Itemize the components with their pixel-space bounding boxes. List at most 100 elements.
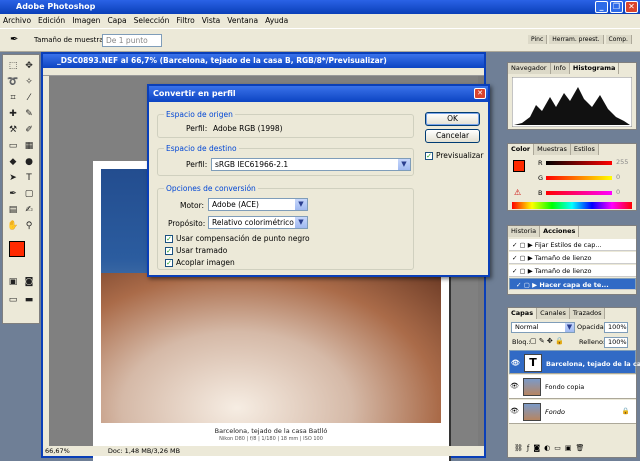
tab-acciones[interactable]: Acciones <box>540 226 580 237</box>
tab-color[interactable]: Color <box>508 144 535 155</box>
type-tool-icon[interactable]: T <box>22 171 36 185</box>
lock-icons[interactable]: ▢ ✎ ✥ 🔒 <box>530 337 564 345</box>
adjustment-icon[interactable]: ◐ <box>544 444 550 452</box>
slice-tool-icon[interactable]: ⁄ <box>22 91 36 105</box>
menu-ayuda[interactable]: Ayuda <box>265 14 288 28</box>
fill-input[interactable]: 100% <box>604 337 628 348</box>
color-fg-swatch[interactable] <box>513 160 525 172</box>
move-tool-icon[interactable]: ✥ <box>22 59 36 73</box>
tab-historia[interactable]: Historia <box>508 226 541 237</box>
tab-canales[interactable]: Canales <box>537 308 570 319</box>
menu-seleccion[interactable]: Selección <box>134 14 170 28</box>
black-point-checkbox[interactable]: ✓ <box>165 235 173 243</box>
tab-estilos[interactable]: Estilos <box>570 144 599 155</box>
minimize-icon[interactable]: _ <box>595 1 608 13</box>
screen-mode-1-icon[interactable]: ▭ <box>6 293 20 307</box>
restore-icon[interactable]: ❐ <box>610 1 623 13</box>
eye-icon[interactable]: 👁 <box>510 382 519 391</box>
marquee-tool-icon[interactable]: ⬚ <box>6 59 20 73</box>
r-slider[interactable] <box>546 161 612 165</box>
tab-muestras[interactable]: Muestras <box>534 144 571 155</box>
trash-icon[interactable]: 🗑 <box>576 444 585 452</box>
menu-filtro[interactable]: Filtro <box>176 14 194 28</box>
dodge-tool-icon[interactable]: ● <box>22 155 36 169</box>
engine-select[interactable]: Adobe (ACE) ▼ <box>208 198 308 211</box>
dither-checkbox[interactable]: ✓ <box>165 247 173 255</box>
magic-wand-icon[interactable]: ✧ <box>22 75 36 89</box>
color-spectrum-bar[interactable] <box>512 202 632 209</box>
photo-meta: Nikon D80 | f/8 | 1/180 | 18 mm | ISO 10… <box>219 436 323 442</box>
action-item[interactable]: ✓ ▢ ▶ Tamaño de lienzo <box>509 252 636 264</box>
eye-icon[interactable]: 👁 <box>510 407 519 416</box>
tab-info[interactable]: Info <box>550 63 570 74</box>
standard-mode-icon[interactable]: ▣ <box>6 275 20 289</box>
menu-edicion[interactable]: Edición <box>38 14 65 28</box>
notes-tool-icon[interactable]: ▤ <box>6 203 20 217</box>
well-tab-brushes[interactable]: Pinc <box>528 35 548 44</box>
dialog-close-icon[interactable]: ✕ <box>474 88 486 99</box>
clone-stamp-icon[interactable]: ⚒ <box>6 123 20 137</box>
action-item[interactable]: ✓ ▢ ▶ Tamaño de lienzo <box>509 265 636 277</box>
fx-icon[interactable]: ƒ <box>527 444 529 452</box>
histogram-graph <box>512 77 632 127</box>
destination-profile-select[interactable]: sRGB IEC61966-2.1 ▼ <box>211 158 411 171</box>
eraser-tool-icon[interactable]: ▭ <box>6 139 20 153</box>
eyedropper-icon[interactable]: ✒ <box>10 34 18 45</box>
layer-row-background[interactable]: 👁 Fondo 🔒 <box>509 400 636 424</box>
folder-icon[interactable]: ▭ <box>554 444 561 452</box>
well-tab-presets[interactable]: Herram. preest. <box>549 35 604 44</box>
blend-mode-select[interactable]: Normal ▼ <box>511 322 575 333</box>
pen-tool-icon[interactable]: ✒ <box>6 187 20 201</box>
menu-vista[interactable]: Vista <box>202 14 221 28</box>
hand-tool-icon[interactable]: ✋ <box>6 219 20 233</box>
cancel-button[interactable]: Cancelar <box>425 129 480 143</box>
brush-tool-icon[interactable]: ✎ <box>22 107 36 121</box>
eyedropper-tool-icon[interactable]: ✍ <box>22 203 36 217</box>
healing-brush-icon[interactable]: ✚ <box>6 107 20 121</box>
new-layer-icon[interactable]: ▣ <box>565 444 572 452</box>
mask-icon[interactable]: ◙ <box>533 444 540 452</box>
b-value[interactable]: 0 <box>616 188 620 196</box>
r-value[interactable]: 255 <box>616 158 628 166</box>
menu-archivo[interactable]: Archivo <box>3 14 31 28</box>
quickmask-mode-icon[interactable]: ◙ <box>22 275 36 289</box>
g-slider[interactable] <box>546 176 612 180</box>
flatten-checkbox[interactable]: ✓ <box>165 259 173 267</box>
link-icon[interactable]: ⛓ <box>514 444 523 452</box>
menu-capa[interactable]: Capa <box>107 14 126 28</box>
well-tab-comps[interactable]: Comp. <box>605 35 632 44</box>
gradient-tool-icon[interactable]: ▦ <box>22 139 36 153</box>
r-label: R <box>538 159 543 167</box>
close-icon[interactable]: ✕ <box>625 1 638 13</box>
layer-row-copy[interactable]: 👁 Fondo copia <box>509 375 636 399</box>
b-slider[interactable] <box>546 191 612 195</box>
origin-profile-label: Perfil: <box>186 124 208 133</box>
tab-navegador[interactable]: Navegador <box>508 63 551 74</box>
tab-capas[interactable]: Capas <box>508 308 538 319</box>
eye-icon[interactable]: 👁 <box>511 358 520 367</box>
blur-tool-icon[interactable]: ◆ <box>6 155 20 169</box>
zoom-level[interactable]: 66,67% <box>45 447 70 455</box>
history-brush-icon[interactable]: ✐ <box>22 123 36 137</box>
foreground-color-swatch[interactable] <box>9 241 25 257</box>
path-select-icon[interactable]: ➤ <box>6 171 20 185</box>
dialog-title: Convertir en perfil <box>153 89 236 98</box>
crop-tool-icon[interactable]: ⌗ <box>6 91 20 105</box>
preview-checkbox[interactable]: ✓ <box>425 152 433 160</box>
lasso-tool-icon[interactable]: ➰ <box>6 75 20 89</box>
shape-tool-icon[interactable]: ▢ <box>22 187 36 201</box>
g-value[interactable]: 0 <box>616 173 620 181</box>
screen-mode-2-icon[interactable]: ▬ <box>22 293 36 307</box>
action-item[interactable]: ✓ ▢ ▶ Fijar Estilos de cap... <box>509 239 636 251</box>
ok-button[interactable]: OK <box>425 112 480 126</box>
menu-imagen[interactable]: Imagen <box>72 14 100 28</box>
sample-size-select[interactable]: De 1 punto <box>102 34 162 47</box>
layer-row-text[interactable]: 👁 T Barcelona, tejado de la casa B <box>509 350 640 374</box>
tab-trazados[interactable]: Trazados <box>569 308 606 319</box>
action-item-selected[interactable]: ✓ ▢ ▶ Hacer capa de te... <box>509 278 636 290</box>
zoom-tool-icon[interactable]: ⚲ <box>22 219 36 233</box>
tab-histograma[interactable]: Histograma <box>569 63 620 74</box>
menu-ventana[interactable]: Ventana <box>227 14 258 28</box>
opacity-input[interactable]: 100% <box>604 322 628 333</box>
intent-select[interactable]: Relativo colorimétrico ▼ <box>208 216 308 229</box>
